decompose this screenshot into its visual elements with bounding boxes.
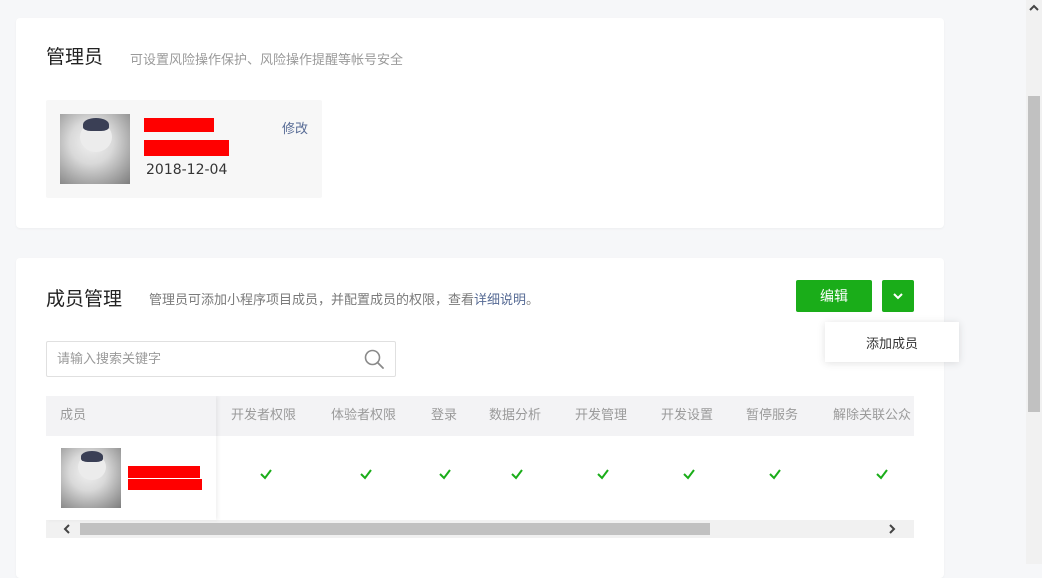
admin-description: 可设置风险操作保护、风险操作提醒等帐号安全 — [130, 53, 404, 68]
page-vertical-scrollbar[interactable] — [1026, 0, 1042, 564]
check-icon — [597, 469, 609, 480]
table-row — [46, 436, 216, 520]
members-desc-text: 管理员可添加小程序项目成员，并配置成员的权限，查看 — [149, 293, 475, 308]
chevron-right-icon[interactable] — [886, 523, 898, 535]
page-scrollbar-thumb[interactable] — [1028, 96, 1040, 412]
check-icon — [260, 469, 272, 480]
table-horizontal-scrollbar[interactable] — [46, 520, 914, 538]
admin-title: 管理员 — [46, 46, 104, 68]
member-management-card: 成员管理 管理员可添加小程序项目成员，并配置成员的权限，查看详细说明。 编辑 开… — [16, 258, 944, 578]
member-search-input[interactable] — [57, 342, 347, 376]
members-description: 管理员可添加小程序项目成员，并配置成员的权限，查看详细说明。 — [149, 289, 539, 308]
column-header: 体验者权限 — [331, 408, 397, 423]
check-icon — [439, 469, 451, 480]
column-header: 开发者权限 — [231, 408, 297, 423]
member-column-header: 成员 — [46, 396, 216, 436]
edit-members-button[interactable]: 编辑 — [796, 280, 872, 312]
scrollbar-thumb[interactable] — [80, 523, 710, 535]
admin-avatar — [60, 114, 130, 184]
column-header: 数据分析 — [489, 408, 542, 423]
column-header: 开发设置 — [661, 408, 714, 423]
redacted-member-name — [128, 466, 200, 478]
column-header: 登录 — [431, 408, 458, 423]
chevron-down-icon — [893, 293, 903, 300]
check-icon — [683, 469, 695, 480]
column-header: 解除关联公众 — [833, 408, 912, 423]
add-member-menu-item[interactable]: 添加成员 — [825, 322, 959, 362]
member-header-label: 成员 — [60, 408, 87, 423]
column-header: 暂停服务 — [746, 408, 799, 423]
member-search-box — [46, 341, 396, 377]
check-icon — [360, 469, 372, 480]
details-link[interactable]: 详细说明 — [474, 293, 526, 308]
admin-info-box: 2018-12-04 修改 — [46, 100, 322, 198]
redacted-admin-id — [144, 140, 229, 156]
admin-date: 2018-12-04 — [146, 162, 228, 178]
members-title: 成员管理 — [46, 288, 123, 310]
member-column: 成员 — [46, 396, 216, 520]
check-icon — [769, 469, 781, 480]
redacted-member-id — [128, 479, 202, 490]
chevron-left-icon[interactable] — [61, 523, 73, 535]
admin-edit-link[interactable]: 修改 — [282, 118, 308, 137]
search-icon[interactable] — [363, 348, 385, 370]
check-icon — [511, 469, 523, 480]
member-avatar — [61, 448, 121, 508]
chevron-up-icon[interactable] — [1028, 2, 1040, 14]
members-desc-suffix: 。 — [526, 293, 540, 308]
column-header: 开发管理 — [575, 408, 628, 423]
admin-card: 管理员 可设置风险操作保护、风险操作提醒等帐号安全 2018-12-04 修改 — [16, 18, 944, 228]
check-icon — [876, 469, 888, 480]
members-table: 开发者权限 体验者权限 登录 数据分析 开发管理 开发设置 暂停服务 解除关联公… — [46, 396, 914, 538]
redacted-admin-name — [144, 118, 214, 132]
more-actions-dropdown-button[interactable] — [882, 280, 914, 312]
